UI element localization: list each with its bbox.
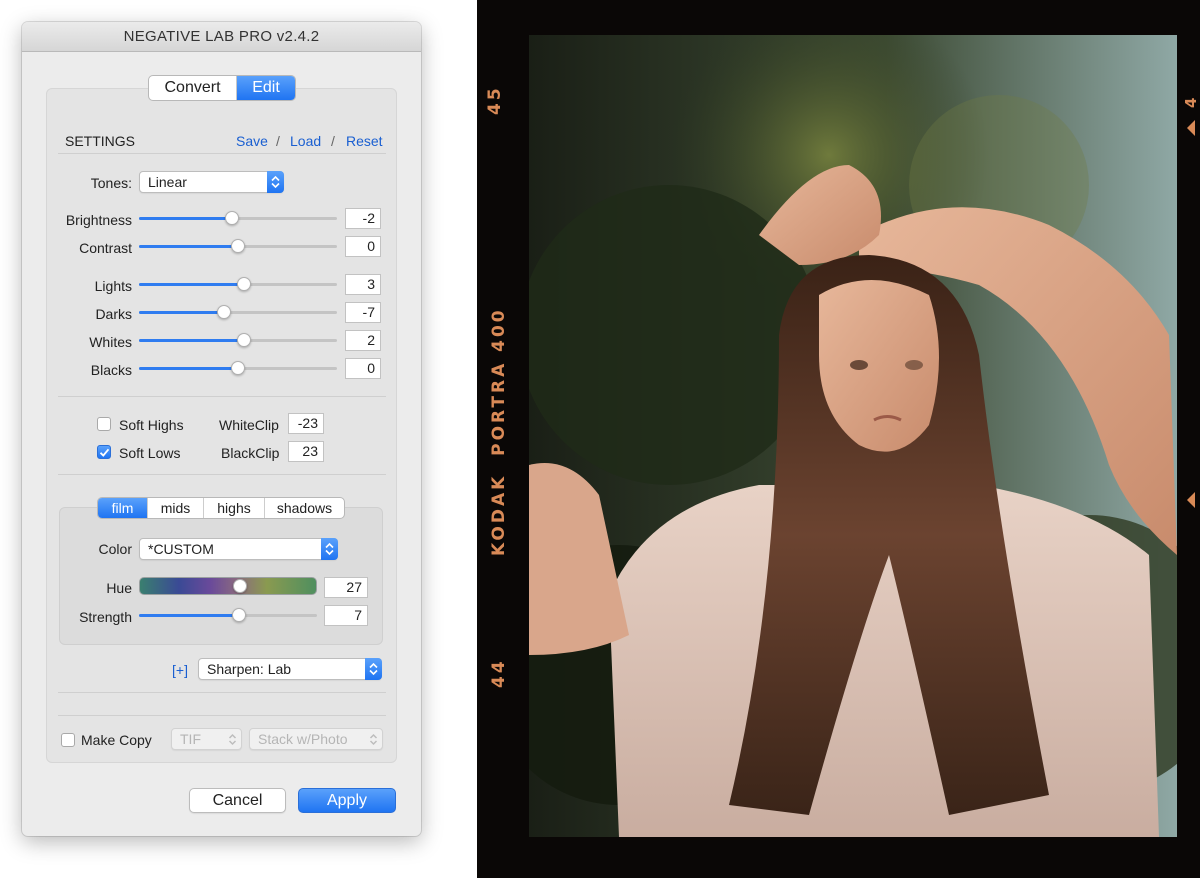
film-arrow-icon: [1187, 492, 1195, 508]
film-brand-text: KODAK PORTRA 400: [489, 307, 509, 556]
copy-stack-select[interactable]: Stack w/Photo: [249, 728, 383, 750]
tab-film[interactable]: film: [98, 498, 148, 518]
make-copy-label: Make Copy: [81, 732, 152, 748]
sharpen-expand-button[interactable]: [+]: [172, 662, 188, 678]
slider-knob[interactable]: [225, 211, 240, 225]
separator: /: [331, 133, 335, 149]
portrait-image: [529, 35, 1177, 837]
hue-label: Hue: [106, 580, 132, 596]
divider: [58, 396, 386, 397]
sharpen-select[interactable]: Sharpen: Lab: [198, 658, 382, 680]
frame-number-right: 4: [1182, 94, 1200, 108]
color-label: Color: [98, 541, 132, 557]
apply-button[interactable]: Apply: [298, 788, 396, 813]
slider-knob[interactable]: [236, 277, 251, 291]
brightness-label: Brightness: [65, 212, 132, 228]
sharpen-value: Sharpen: Lab: [207, 661, 292, 677]
darks-value[interactable]: -7: [345, 302, 381, 323]
copy-format-value: TIF: [180, 731, 201, 747]
divider: [58, 715, 386, 716]
make-copy-checkbox[interactable]: [61, 733, 75, 747]
strength-label: Strength: [79, 609, 132, 625]
tab-mids[interactable]: mids: [148, 498, 204, 518]
contrast-value[interactable]: 0: [345, 236, 381, 257]
window-title: NEGATIVE LAB PRO v2.4.2: [22, 22, 421, 52]
strength-slider[interactable]: [139, 607, 317, 623]
tab-highs[interactable]: highs: [204, 498, 265, 518]
slider-knob[interactable]: [231, 239, 245, 253]
copy-format-select[interactable]: TIF: [171, 728, 242, 750]
blacks-value[interactable]: 0: [345, 358, 381, 379]
settings-heading: SETTINGS: [65, 133, 136, 149]
white-clip-label: WhiteClip: [219, 417, 279, 433]
black-clip-label: BlackClip: [221, 445, 280, 461]
slider-knob[interactable]: [231, 608, 246, 622]
whites-slider[interactable]: [139, 332, 337, 348]
popup-arrows-icon: [321, 538, 338, 560]
black-clip-value[interactable]: 23: [288, 441, 324, 462]
color-tabs: film mids highs shadows: [97, 497, 345, 519]
color-select[interactable]: *CUSTOM: [139, 538, 338, 560]
popup-arrows-icon: [365, 658, 382, 680]
divider: [58, 153, 386, 154]
whites-value[interactable]: 2: [345, 330, 381, 351]
tones-value: Linear: [148, 174, 187, 190]
brightness-value[interactable]: -2: [345, 208, 381, 229]
darks-slider[interactable]: [139, 304, 337, 320]
popup-arrows-icon: [267, 171, 284, 193]
slider-knob[interactable]: [217, 305, 232, 319]
white-clip-value[interactable]: -23: [288, 413, 324, 434]
slider-knob[interactable]: [231, 361, 245, 375]
save-link[interactable]: Save: [236, 133, 268, 149]
soft-highs-label: Soft Highs: [119, 417, 184, 433]
soft-highs-checkbox[interactable]: [97, 417, 111, 431]
color-value: *CUSTOM: [148, 541, 214, 557]
tones-select[interactable]: Linear: [139, 171, 284, 193]
tab-convert[interactable]: Convert: [149, 76, 237, 100]
portrait-photo: [529, 35, 1177, 837]
popup-arrows-icon: [369, 733, 378, 746]
divider: [58, 692, 386, 693]
copy-stack-value: Stack w/Photo: [258, 731, 348, 747]
soft-lows-label: Soft Lows: [119, 445, 181, 461]
cancel-button[interactable]: Cancel: [189, 788, 286, 813]
tones-label: Tones:: [90, 175, 132, 191]
hue-slider[interactable]: [139, 577, 317, 595]
strength-value[interactable]: 7: [324, 605, 368, 626]
blacks-label: Blacks: [90, 362, 132, 378]
whites-label: Whites: [89, 334, 132, 350]
frame-number-bottom: 44: [489, 658, 509, 688]
soft-lows-checkbox[interactable]: [97, 445, 111, 459]
darks-label: Darks: [95, 306, 132, 322]
negative-lab-pro-dialog: NEGATIVE LAB PRO v2.4.2 Convert Edit SET…: [22, 22, 421, 836]
blacks-slider[interactable]: [139, 360, 337, 376]
lights-value[interactable]: 3: [345, 274, 381, 295]
tab-edit[interactable]: Edit: [237, 76, 295, 100]
separator: /: [276, 133, 280, 149]
hue-value[interactable]: 27: [324, 577, 368, 598]
popup-arrows-icon: [228, 733, 237, 746]
slider-knob[interactable]: [236, 333, 251, 347]
contrast-slider[interactable]: [139, 238, 337, 254]
film-arrow-icon: [1187, 120, 1195, 136]
contrast-label: Contrast: [79, 240, 132, 256]
film-scan-preview: 45 KODAK PORTRA 400 44 4: [477, 0, 1200, 878]
tab-shadows[interactable]: shadows: [265, 498, 344, 518]
brightness-slider[interactable]: [139, 210, 337, 226]
checkmark-icon: [99, 448, 110, 457]
divider: [58, 474, 386, 475]
lights-label: Lights: [94, 278, 132, 294]
frame-number-top: 45: [485, 85, 505, 115]
lights-slider[interactable]: [139, 276, 337, 292]
mode-segmented-control: Convert Edit: [148, 75, 296, 101]
reset-link[interactable]: Reset: [346, 133, 383, 149]
load-link[interactable]: Load: [290, 133, 321, 149]
